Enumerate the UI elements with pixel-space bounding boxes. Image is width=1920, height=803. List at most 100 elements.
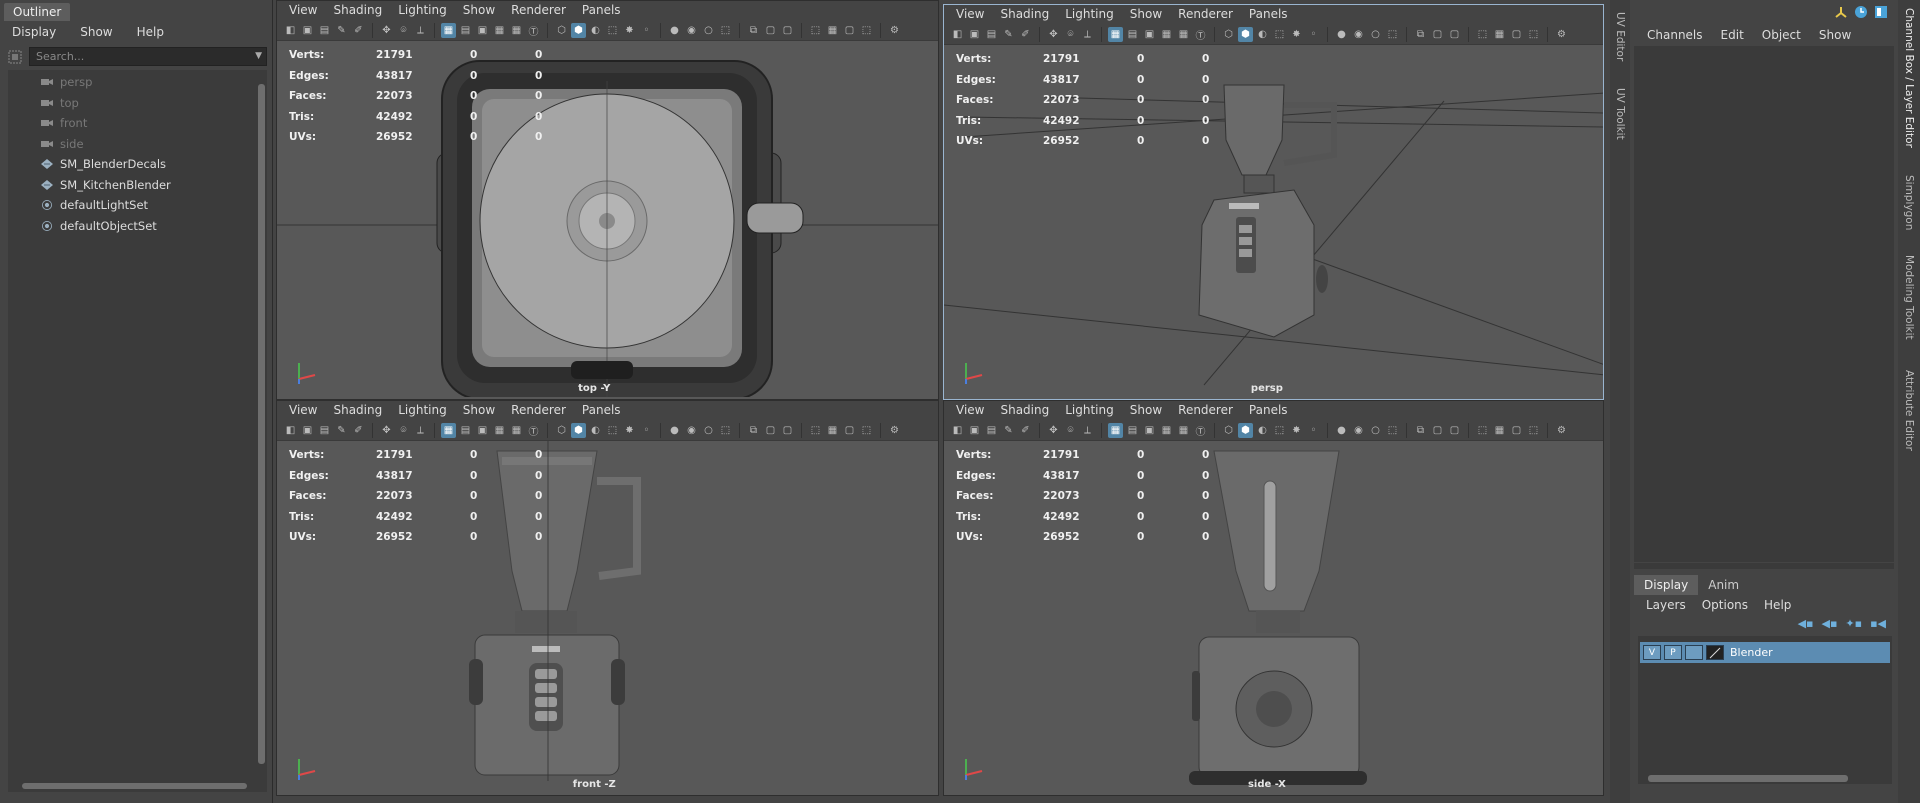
toolbar-button-icon[interactable]: ⬡ <box>1221 27 1236 42</box>
toolbar-button-icon[interactable]: ◉ <box>684 23 699 38</box>
toolbar-button-icon[interactable]: ▣ <box>300 423 315 438</box>
toolbar-button-icon[interactable]: ✥ <box>1046 423 1061 438</box>
layer-row[interactable]: V P Blender <box>1640 642 1890 663</box>
tab-channel-box-layer-editor[interactable]: Channel Box / Layer Editor <box>1903 8 1915 148</box>
toolbar-button-icon[interactable]: ◐ <box>1255 27 1270 42</box>
toolbar-button-icon[interactable]: ⬡ <box>554 423 569 438</box>
tab-anim[interactable]: Anim <box>1698 575 1749 595</box>
toolbar-button-icon[interactable]: ⬚ <box>1475 27 1490 42</box>
outliner-tab[interactable]: Outliner <box>4 3 71 21</box>
outliner-item[interactable]: defaultObjectSet <box>8 216 256 237</box>
toolbar-button-icon[interactable]: ▣ <box>475 423 490 438</box>
toolbar-button-icon[interactable]: ▤ <box>458 23 473 38</box>
viewport-menu-renderer[interactable]: Renderer <box>1170 401 1241 420</box>
tab-uv-editor[interactable]: UV Editor <box>1614 12 1626 61</box>
toolbar-button-icon[interactable]: ⟂ <box>413 423 428 438</box>
toolbar-button-icon[interactable]: ▢ <box>1430 423 1445 438</box>
toolbar-button-icon[interactable]: ▦ <box>1492 27 1507 42</box>
viewport-menu-renderer[interactable]: Renderer <box>1170 5 1241 24</box>
outliner-search-input[interactable]: Search... ▼ <box>29 47 267 66</box>
toolbar-button-icon[interactable]: ⌾ <box>396 423 411 438</box>
toolbar-button-icon[interactable]: ▦ <box>1108 422 1123 438</box>
toolbar-button-icon[interactable]: ▢ <box>780 423 795 438</box>
toolbar-button-icon[interactable]: ▢ <box>780 23 795 38</box>
toolbar-button-icon[interactable]: ✎ <box>334 423 349 438</box>
layer-visibility-toggle[interactable]: V <box>1643 645 1661 660</box>
layer-color-swatch[interactable] <box>1706 645 1724 660</box>
toolbar-button-icon[interactable]: Ⓣ <box>1193 423 1208 438</box>
toolbar-button-icon[interactable]: ● <box>667 23 682 38</box>
toolbar-button-icon[interactable]: ▦ <box>441 422 456 438</box>
viewport-menu-shading[interactable]: Shading <box>992 5 1057 24</box>
toolbar-button-icon[interactable]: Ⓣ <box>526 423 541 438</box>
toolbar-button-icon[interactable]: ⚙ <box>1554 27 1569 42</box>
toolbar-button-icon[interactable]: ◧ <box>950 27 965 42</box>
toolbar-button-icon[interactable]: ✥ <box>1046 27 1061 42</box>
chevron-down-icon[interactable]: ▼ <box>255 48 262 65</box>
outliner-item[interactable]: front <box>8 113 256 134</box>
toolbar-button-icon[interactable]: ⬚ <box>808 423 823 438</box>
toolbar-button-icon[interactable]: ▣ <box>967 27 982 42</box>
menu-show[interactable]: Show <box>1810 25 1860 45</box>
toolbar-button-icon[interactable]: ▢ <box>1430 27 1445 42</box>
toolbar-button-icon[interactable]: ▢ <box>1447 27 1462 42</box>
outliner-menu-display[interactable]: Display <box>0 21 68 43</box>
toolbar-button-icon[interactable]: ✎ <box>334 23 349 38</box>
toolbar-button-icon[interactable]: ▦ <box>509 23 524 38</box>
toolbar-button-icon[interactable]: ⚙ <box>887 423 902 438</box>
new-layer-selected-icon[interactable]: ▪◀ <box>1870 617 1886 630</box>
toolbar-button-icon[interactable]: ⧉ <box>1413 423 1428 438</box>
tab-simplygon[interactable]: Simplygon <box>1903 175 1915 230</box>
toolbar-button-icon[interactable]: ⬚ <box>1385 423 1400 438</box>
outliner-item[interactable]: top <box>8 93 256 114</box>
viewport-front[interactable]: View Shading Lighting Show Renderer Panels ◧ ▣ ▤… <box>276 400 939 796</box>
toolbar-button-icon[interactable]: ◧ <box>283 23 298 38</box>
toolbar-button-icon[interactable]: ⬚ <box>718 423 733 438</box>
outliner-item[interactable]: defaultLightSet <box>8 195 256 216</box>
toolbar-button-icon[interactable]: ✥ <box>379 23 394 38</box>
new-layer-icon[interactable]: ✦▪ <box>1845 617 1862 630</box>
toolbar-button-icon[interactable]: ▤ <box>984 423 999 438</box>
toolbar-button-icon[interactable]: ▢ <box>763 23 778 38</box>
outliner-item[interactable]: persp <box>8 72 256 93</box>
outliner-hscrollbar[interactable] <box>8 780 267 792</box>
viewport-menu-lighting[interactable]: Lighting <box>1057 401 1122 420</box>
tab-uv-toolkit[interactable]: UV Toolkit <box>1614 88 1626 140</box>
toolbar-button-icon[interactable]: ● <box>1334 423 1349 438</box>
toolbar-button-icon[interactable]: ✐ <box>1018 423 1033 438</box>
viewport-menu-shading[interactable]: Shading <box>992 401 1057 420</box>
toolbar-button-icon[interactable]: ⚙ <box>1554 423 1569 438</box>
toolbar-button-icon[interactable]: ⬚ <box>605 423 620 438</box>
tab-attribute-editor[interactable]: Attribute Editor <box>1903 370 1915 451</box>
toolbar-button-icon[interactable]: ✎ <box>1001 27 1016 42</box>
toolbar-button-icon[interactable]: ✐ <box>351 23 366 38</box>
outliner-item[interactable]: SM_BlenderDecals <box>8 154 256 175</box>
toolbar-button-icon[interactable]: ○ <box>701 23 716 38</box>
toolbar-button-icon[interactable]: ◦ <box>1306 423 1321 438</box>
toolbar-button-icon[interactable]: ▦ <box>492 23 507 38</box>
toolbar-button-icon[interactable]: ▦ <box>1492 423 1507 438</box>
toolbar-button-icon[interactable]: ▦ <box>1176 27 1191 42</box>
toolbar-button-icon[interactable]: ● <box>667 423 682 438</box>
viewport-menu-view[interactable]: View <box>948 5 992 24</box>
viewport-menu-panels[interactable]: Panels <box>574 401 629 420</box>
toolbar-button-icon[interactable]: ◉ <box>1351 423 1366 438</box>
toolbar-button-icon[interactable]: ⧉ <box>746 23 761 38</box>
axis-icon[interactable] <box>1834 5 1848 19</box>
viewport-menu-renderer[interactable]: Renderer <box>503 1 574 20</box>
outliner-menu-help[interactable]: Help <box>125 21 176 43</box>
toolbar-button-icon[interactable]: ▤ <box>1125 27 1140 42</box>
menu-edit[interactable]: Edit <box>1712 25 1753 45</box>
toolbar-button-icon[interactable]: ✥ <box>379 423 394 438</box>
toolbar-button-icon[interactable]: ⬚ <box>1272 423 1287 438</box>
toolbar-button-icon[interactable]: ⟂ <box>413 23 428 38</box>
layer-name[interactable]: Blender <box>1730 646 1773 659</box>
outliner-menu-show[interactable]: Show <box>68 21 124 43</box>
viewport-menu-show[interactable]: Show <box>455 401 503 420</box>
toolbar-button-icon[interactable]: Ⓣ <box>1193 27 1208 42</box>
toolbar-button-icon[interactable]: ▦ <box>825 423 840 438</box>
toolbar-button-icon[interactable]: ⬢ <box>1238 422 1253 438</box>
toolbar-button-icon[interactable]: ⬢ <box>1238 26 1253 42</box>
viewport-menu-shading[interactable]: Shading <box>325 401 390 420</box>
viewport-menu-panels[interactable]: Panels <box>574 1 629 20</box>
